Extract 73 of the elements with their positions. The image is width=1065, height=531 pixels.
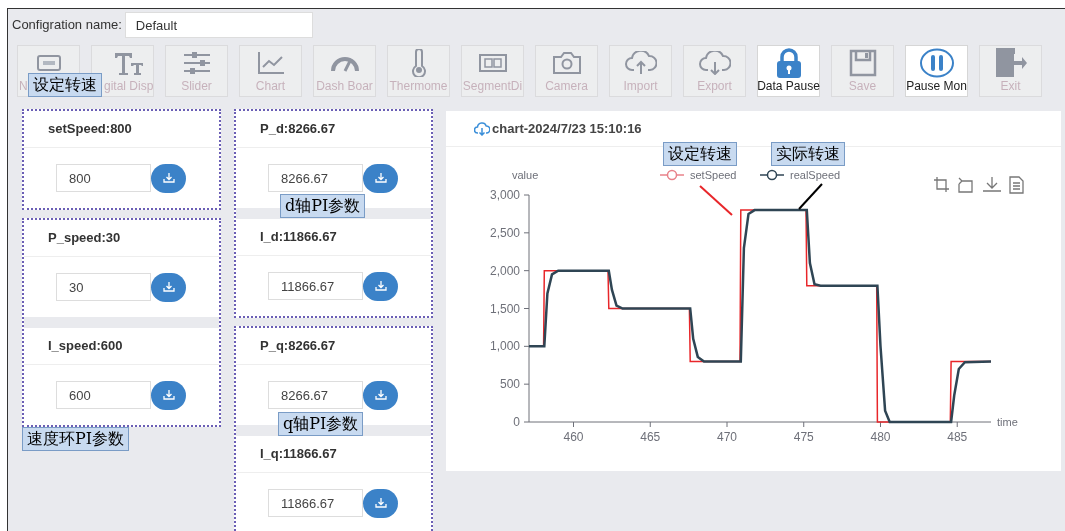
- slider-icon: [181, 50, 212, 75]
- x-tick-label: 475: [793, 430, 814, 444]
- parameter-field[interactable]: 600: [56, 381, 151, 409]
- x-tick-label: 460: [563, 430, 584, 444]
- parameter-title: P_q:8266.67: [260, 337, 336, 356]
- download-icon[interactable]: [982, 176, 1002, 192]
- parameter-field[interactable]: 11866.67: [268, 489, 363, 517]
- download-button[interactable]: [363, 488, 398, 518]
- camera-icon: [551, 50, 582, 75]
- parameter-field[interactable]: 11866.67: [268, 272, 363, 300]
- y-tick-label: 500: [499, 377, 520, 392]
- annotation-tooltip: 速度环PI参数: [22, 427, 130, 451]
- annotation-tooltip: d轴PI参数: [280, 194, 366, 218]
- annotation-tooltip: 设定转速: [663, 142, 737, 166]
- number-display-icon: [37, 54, 61, 71]
- config-name-label: Configration name:: [12, 16, 122, 35]
- x-tick-label: 480: [870, 430, 891, 444]
- download-icon: [162, 282, 175, 292]
- config-name-field[interactable]: Default: [124, 12, 313, 38]
- parameter-title: P_d:8266.67: [260, 120, 336, 139]
- parameter-title: I_q:11866.67: [260, 445, 337, 464]
- y-tick-label: 1,000: [489, 339, 520, 354]
- toolbar-button[interactable]: Pause Mon: [905, 45, 968, 97]
- download-icon: [374, 281, 387, 291]
- y-tick-label: 0: [513, 415, 520, 429]
- y-tick-label: 2,500: [489, 225, 520, 240]
- parameter-title: P_speed:30: [48, 229, 121, 248]
- x-axis-title: time: [997, 416, 1018, 428]
- x-tick-label: 470: [717, 430, 737, 444]
- segment-display-icon: [478, 53, 507, 72]
- cloud-download-icon: [474, 121, 490, 136]
- annotation-tooltip: q轴PI参数: [278, 412, 364, 436]
- x-tick-label: 485: [947, 430, 968, 444]
- download-icon: [374, 498, 387, 508]
- download-button[interactable]: [151, 163, 186, 193]
- download-icon: [162, 390, 175, 400]
- parameter-field[interactable]: 800: [56, 164, 151, 192]
- undo-crop-icon[interactable]: [958, 177, 973, 193]
- x-tick-label: 465: [640, 430, 661, 444]
- zoom-crop-icon[interactable]: [933, 176, 950, 193]
- parameter-field[interactable]: 8266.67: [268, 381, 363, 409]
- text-size-icon: [113, 50, 144, 75]
- save-icon: [848, 48, 877, 77]
- download-button[interactable]: [363, 271, 398, 301]
- download-icon: [374, 173, 387, 183]
- download-button[interactable]: [363, 380, 398, 410]
- line-chart-icon: [256, 50, 285, 75]
- annotation-tooltip: 设定转速: [28, 73, 102, 97]
- y-tick-label: 1,500: [489, 301, 520, 316]
- download-button[interactable]: [151, 272, 186, 302]
- download-icon: [374, 390, 387, 400]
- document-icon[interactable]: [1009, 176, 1024, 194]
- y-tick-label: 3,000: [489, 188, 520, 202]
- parameter-title: I_d:11866.67: [260, 228, 337, 247]
- thermometer-icon: [410, 48, 427, 77]
- y-tick-label: 2,000: [489, 263, 520, 278]
- cloud-upload-icon: [624, 50, 657, 75]
- download-button[interactable]: [363, 163, 398, 193]
- parameter-field[interactable]: 30: [56, 273, 151, 301]
- pause-icon: [919, 47, 954, 78]
- download-icon: [162, 173, 175, 183]
- download-button[interactable]: [151, 380, 186, 410]
- cloud-download-icon: [698, 50, 731, 75]
- legend-label[interactable]: realSpeed: [790, 169, 841, 181]
- annotation-tooltip: 实际转速: [771, 142, 845, 166]
- parameter-field[interactable]: 8266.67: [268, 164, 363, 192]
- y-axis-title: value: [512, 169, 539, 181]
- parameter-title: setSpeed:800: [48, 120, 132, 139]
- toolbar-button[interactable]: Data Pause: [757, 45, 820, 97]
- legend-label[interactable]: setSpeed: [690, 169, 737, 181]
- chart-title: chart-2024/7/23 15:10:16: [492, 119, 642, 138]
- exit-door-icon: [993, 47, 1028, 78]
- parameter-title: I_speed:600: [48, 337, 123, 356]
